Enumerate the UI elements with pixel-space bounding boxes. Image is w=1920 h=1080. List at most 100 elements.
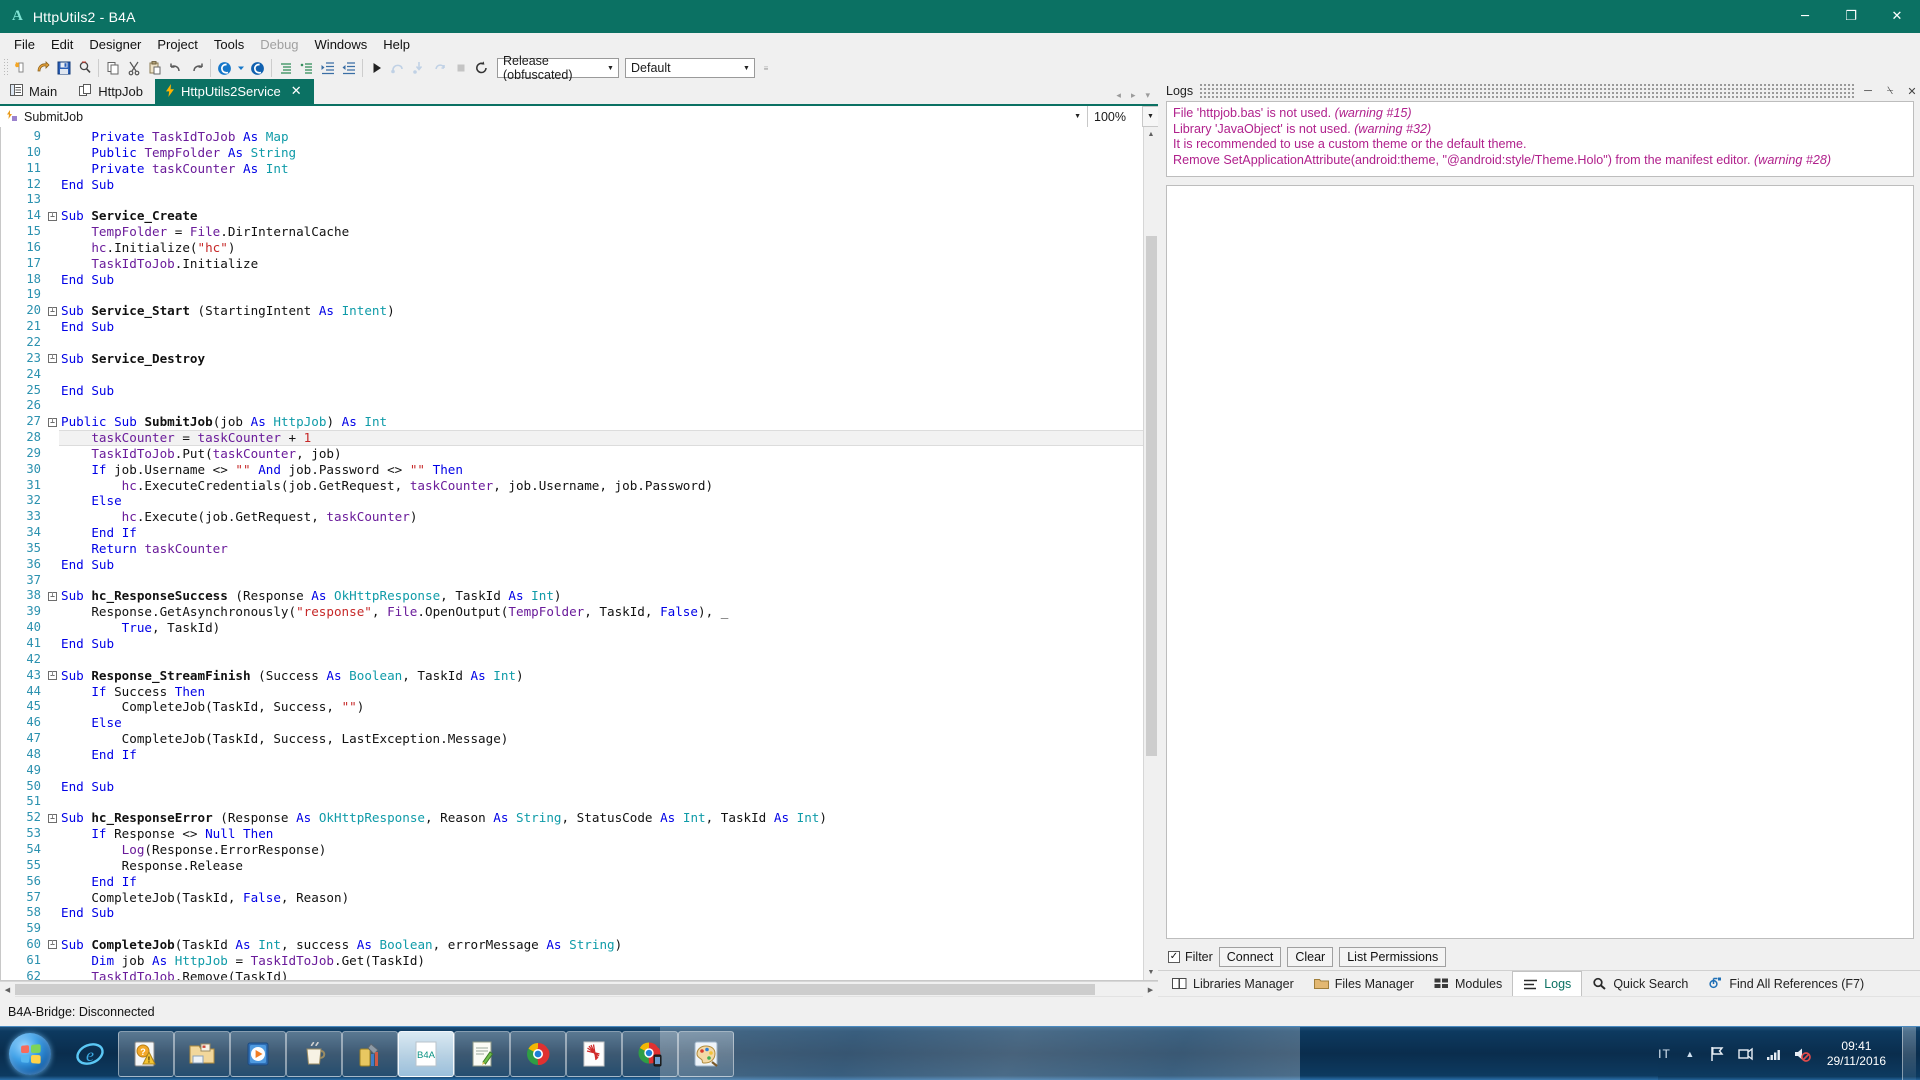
zoom-dropdown-icon[interactable]: ▼: [1143, 113, 1158, 120]
code-line[interactable]: 23− Sub Service_Destroy: [1, 351, 1143, 367]
taskbar-media-player-app[interactable]: [230, 1030, 286, 1077]
tab-next-icon[interactable]: ▸: [1131, 90, 1136, 101]
code-line[interactable]: 45 CompleteJob(TaskId, Success, ""): [1, 699, 1143, 715]
taskbar-tools-app[interactable]: [342, 1030, 398, 1077]
tab-logs[interactable]: Logs: [1512, 971, 1583, 996]
code-line[interactable]: 39 Response.GetAsynchronously("response"…: [1, 604, 1143, 620]
logs-console[interactable]: [1166, 185, 1914, 939]
menu-edit[interactable]: Edit: [43, 35, 81, 54]
warning-row[interactable]: Library 'JavaObject' is not used. (warni…: [1173, 122, 1907, 138]
tab-find-all-references[interactable]: Find All References (F7): [1698, 971, 1874, 996]
taskbar-notepad-editor-app[interactable]: [454, 1030, 510, 1077]
open-project-icon[interactable]: [32, 57, 53, 79]
configuration-combobox[interactable]: Default ▼: [625, 58, 755, 78]
code-line[interactable]: 12 End Sub: [1, 177, 1143, 193]
code-line[interactable]: 24: [1, 367, 1143, 383]
new-project-icon[interactable]: [11, 57, 32, 79]
code-line[interactable]: 48 End If: [1, 747, 1143, 763]
paste-icon[interactable]: [144, 57, 165, 79]
scroll-up-icon[interactable]: ▲: [1143, 127, 1158, 142]
run-debug-icon[interactable]: [214, 57, 235, 79]
code-line[interactable]: 13: [1, 192, 1143, 208]
code-line[interactable]: 43− Sub Response_StreamFinish (Success As…: [1, 668, 1143, 684]
run-release-icon[interactable]: [247, 57, 268, 79]
code-line[interactable]: 34 End If: [1, 525, 1143, 541]
code-line[interactable]: 17 TaskIdToJob .Initialize: [1, 256, 1143, 272]
toolbar-overflow-button[interactable]: ≡: [761, 64, 771, 73]
refresh-icon[interactable]: [471, 57, 492, 79]
menu-help[interactable]: Help: [375, 35, 418, 54]
build-mode-combobox[interactable]: Release (obfuscated) ▼: [497, 54, 619, 82]
tab-files-manager[interactable]: Files Manager: [1304, 971, 1424, 996]
code-line[interactable]: 40 True, TaskId): [1, 620, 1143, 636]
flag-action-center-icon[interactable]: [1709, 1045, 1727, 1063]
save-icon[interactable]: [53, 57, 74, 79]
menu-project[interactable]: Project: [149, 35, 205, 54]
code-line[interactable]: 31 hc .ExecuteCredentials(job.GetRequest,…: [1, 478, 1143, 494]
signal-icon[interactable]: [1765, 1045, 1783, 1063]
tab-main[interactable]: Main: [0, 79, 69, 104]
close-icon[interactable]: ✕: [291, 84, 302, 99]
taskbar-b4a-app[interactable]: B4A: [398, 1030, 454, 1077]
fold-toggle-icon[interactable]: −: [46, 211, 59, 221]
panel-drag-handle[interactable]: [1199, 84, 1854, 98]
tab-libraries-manager[interactable]: Libraries Manager: [1162, 971, 1304, 996]
panel-close-button[interactable]: ✕: [1904, 85, 1920, 98]
code-line[interactable]: 36 End Sub: [1, 557, 1143, 573]
fold-toggle-icon[interactable]: −: [46, 813, 59, 823]
scroll-thumb[interactable]: [1145, 236, 1157, 756]
run-dropdown-icon[interactable]: [235, 57, 247, 79]
scroll-left-icon[interactable]: ◀: [0, 982, 15, 997]
tab-prev-icon[interactable]: ◂: [1116, 90, 1121, 101]
fold-toggle-icon[interactable]: −: [46, 591, 59, 601]
code-line[interactable]: 15 TempFolder = File .DirInternalCache: [1, 224, 1143, 240]
sub-selector-combobox[interactable]: SubmitJob ▼: [0, 106, 1088, 127]
maximize-button[interactable]: ❐: [1828, 0, 1874, 33]
tab-httpjob[interactable]: HttpJob: [69, 79, 155, 104]
code-line[interactable]: 51: [1, 794, 1143, 810]
taskbar-chrome-app[interactable]: [510, 1030, 566, 1077]
code-line[interactable]: 21 End Sub: [1, 319, 1143, 335]
code-editor[interactable]: 9 Private TaskIdToJob As Map 10 Public Te…: [0, 127, 1158, 981]
taskbar-internet-explorer[interactable]: e: [62, 1031, 118, 1077]
code-line[interactable]: 10 Public TempFolder As String: [1, 145, 1143, 161]
redo-icon[interactable]: [186, 57, 207, 79]
indent-icon[interactable]: [317, 57, 338, 79]
code-line[interactable]: 44 If Success Then: [1, 684, 1143, 700]
code-line[interactable]: 19: [1, 287, 1143, 303]
copy-icon[interactable]: [102, 57, 123, 79]
taskbar-help-warning-app[interactable]: ? !: [118, 1030, 174, 1077]
code-vertical-scrollbar[interactable]: ▲ ▼: [1143, 127, 1158, 980]
warning-row[interactable]: File 'httpjob.bas' is not used. (warning…: [1173, 106, 1907, 122]
code-line[interactable]: 25 End Sub: [1, 383, 1143, 399]
volume-muted-icon[interactable]: [1793, 1045, 1811, 1063]
list-permissions-button[interactable]: List Permissions: [1339, 947, 1447, 967]
menu-tools[interactable]: Tools: [206, 35, 252, 54]
warning-row[interactable]: Remove SetApplicationAttribute(android:t…: [1173, 153, 1907, 169]
outdent-icon[interactable]: [338, 57, 359, 79]
fold-toggle-icon[interactable]: −: [46, 354, 59, 364]
scroll-right-icon[interactable]: ▶: [1143, 982, 1158, 997]
code-line[interactable]: 20− Sub Service_Start (StartingIntent As …: [1, 303, 1143, 319]
code-line[interactable]: 38− Sub hc_ResponseSuccess (Response As O…: [1, 588, 1143, 604]
taskbar-sparkle-app[interactable]: [566, 1030, 622, 1077]
warning-row[interactable]: It is recommended to use a custom theme …: [1173, 137, 1907, 153]
taskbar-paint-app[interactable]: [678, 1030, 734, 1077]
fold-toggle-icon[interactable]: −: [46, 671, 59, 681]
code-line[interactable]: 16 hc .Initialize("hc"): [1, 240, 1143, 256]
panel-minimize-button[interactable]: ─: [1860, 85, 1876, 97]
code-line[interactable]: 59: [1, 921, 1143, 937]
code-line[interactable]: 28 taskCounter = taskCounter + 1: [1, 430, 1143, 446]
filter-checkbox[interactable]: ✓ Filter: [1168, 950, 1213, 964]
code-line[interactable]: 60− Sub CompleteJob (TaskId As Int, succes…: [1, 937, 1143, 953]
code-line[interactable]: 26: [1, 398, 1143, 414]
connect-button[interactable]: Connect: [1218, 947, 1282, 967]
taskbar-clock[interactable]: 09:41 29/11/2016: [1821, 1039, 1892, 1069]
code-line[interactable]: 50 End Sub: [1, 779, 1143, 795]
code-line[interactable]: 42: [1, 652, 1143, 668]
menu-file[interactable]: File: [6, 35, 43, 54]
tab-modules[interactable]: Modules: [1424, 971, 1512, 996]
menu-windows[interactable]: Windows: [307, 35, 376, 54]
code-line[interactable]: 30 If job.Username <> "" And job.Passwor…: [1, 462, 1143, 478]
scroll-down-icon[interactable]: ▼: [1143, 965, 1158, 980]
